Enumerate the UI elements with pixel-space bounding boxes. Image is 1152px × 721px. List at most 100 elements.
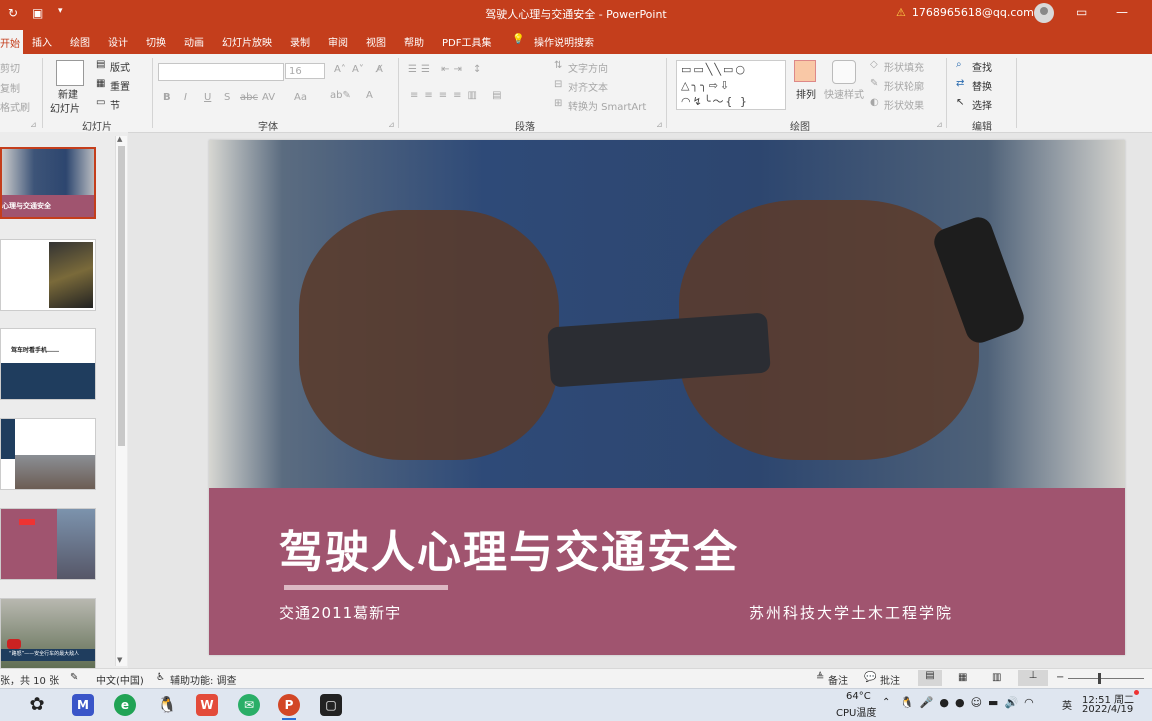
- tab-animations[interactable]: 动画: [184, 34, 204, 49]
- powerpoint-icon[interactable]: P: [278, 694, 300, 716]
- shapes-gallery[interactable]: ▭▭╲╲▭○ △╮╮⇨⇩ ◠↯╰〜{ }: [676, 60, 786, 110]
- shadow-button[interactable]: S: [224, 92, 230, 103]
- select-button[interactable]: 选择: [972, 97, 992, 112]
- tab-help[interactable]: 帮助: [404, 34, 424, 49]
- avatar[interactable]: [1034, 3, 1054, 23]
- underline-button[interactable]: U: [204, 92, 211, 103]
- wps-icon[interactable]: W: [196, 694, 218, 716]
- ime-indicator[interactable]: 英: [1062, 697, 1072, 712]
- shape-fill-button[interactable]: 形状填充: [884, 59, 924, 74]
- slide-thumbnail-1[interactable]: 心理与交通安全: [0, 147, 96, 219]
- spellcheck-icon[interactable]: ✎: [70, 672, 78, 683]
- text-direction-button[interactable]: 文字方向: [568, 60, 608, 75]
- reset-button[interactable]: 重置: [110, 78, 130, 93]
- comments-button[interactable]: 批注: [880, 672, 900, 687]
- replace-button[interactable]: 替换: [972, 78, 992, 93]
- slide-title[interactable]: 驾驶人心理与交通安全: [279, 516, 739, 580]
- clear-format-icon[interactable]: A̸: [376, 64, 383, 75]
- font-size-input[interactable]: 16: [285, 63, 325, 79]
- notes-button[interactable]: 备注: [828, 672, 848, 687]
- slide-sorter-icon[interactable]: ▦: [958, 672, 967, 683]
- slide-thumbnail-4[interactable]: [0, 418, 96, 490]
- minimize-icon[interactable]: —: [1116, 5, 1128, 19]
- ribbon: 剪切 复制 格式刷 ⊿ 新建 幻灯片 ▤ 版式 ▦ 重置 ▭ 节 幻灯片 16 …: [0, 54, 1152, 133]
- wechat-icon[interactable]: ✉: [238, 694, 260, 716]
- slide-photo-hands-phone[interactable]: [209, 140, 1125, 488]
- tab-slideshow[interactable]: 幻灯片放映: [222, 34, 272, 49]
- shape-outline-button[interactable]: 形状轮廓: [884, 78, 924, 93]
- smartart-button[interactable]: 转换为 SmartArt: [568, 98, 646, 113]
- font-color-button[interactable]: A: [366, 90, 373, 101]
- quick-styles-icon: [832, 60, 856, 84]
- tab-review[interactable]: 审阅: [328, 34, 348, 49]
- align-text-button[interactable]: 对齐文本: [568, 79, 608, 94]
- tab-insert[interactable]: 插入: [32, 34, 52, 49]
- accessibility-status[interactable]: 辅助功能: 调查: [170, 672, 237, 687]
- slide-thumbnail-6[interactable]: “路怒”——安全行车的最大敌人: [0, 598, 96, 670]
- new-slide-icon[interactable]: [56, 60, 84, 86]
- tab-draw[interactable]: 绘图: [70, 34, 90, 49]
- dialog-launcher-icon[interactable]: ⊿: [388, 120, 395, 129]
- thumbnail-scrollbar[interactable]: ▲ ▼: [115, 135, 127, 666]
- copy-button[interactable]: 复制: [0, 80, 20, 95]
- dialog-launcher-icon[interactable]: ⊿: [936, 120, 943, 129]
- bold-button[interactable]: B: [163, 92, 171, 103]
- language-status[interactable]: 中文(中国): [96, 672, 144, 687]
- restore-icon[interactable]: ▭: [1076, 5, 1087, 19]
- tab-design[interactable]: 设计: [108, 34, 128, 49]
- scroll-down-icon[interactable]: ▼: [117, 656, 122, 664]
- chevron-up-icon[interactable]: ⌃: [882, 697, 890, 708]
- zoom-out-icon[interactable]: −: [1056, 672, 1064, 683]
- app-icon-1[interactable]: ✿: [26, 694, 48, 716]
- find-button[interactable]: 查找: [972, 59, 992, 74]
- arrange-button[interactable]: 排列: [796, 86, 816, 101]
- new-slide-button[interactable]: 新建: [58, 86, 78, 101]
- clock-date[interactable]: 2022/4/19: [1082, 704, 1133, 715]
- scroll-up-icon[interactable]: ▲: [117, 135, 122, 143]
- quick-styles-button[interactable]: 快速样式: [824, 86, 864, 101]
- tab-home[interactable]: 开始: [0, 30, 23, 54]
- grow-font-icon[interactable]: A˄: [334, 64, 346, 75]
- dialog-launcher-icon[interactable]: ⊿: [30, 120, 37, 129]
- highlight-icon[interactable]: ab✎: [330, 90, 351, 101]
- zoom-slider[interactable]: [1068, 678, 1144, 679]
- slide-author[interactable]: 交通2011葛新宇: [279, 602, 401, 623]
- new-slide-label[interactable]: 幻灯片: [50, 100, 80, 115]
- app-icon-2[interactable]: M: [72, 694, 94, 716]
- tab-record[interactable]: 录制: [290, 34, 310, 49]
- layout-button[interactable]: 版式: [110, 59, 130, 74]
- bullets-icon[interactable]: ☰☰ ⇤⇥ ↕: [408, 64, 485, 75]
- normal-view-icon[interactable]: ▤: [918, 670, 942, 686]
- tab-tell-me[interactable]: 操作说明搜索: [534, 34, 594, 49]
- slide-thumbnail-3[interactable]: 驾车时看手机……: [0, 328, 96, 400]
- italic-button[interactable]: I: [184, 92, 187, 103]
- font-family-input[interactable]: [158, 63, 284, 81]
- slide-canvas[interactable]: 驾驶人心理与交通安全 交通2011葛新宇 苏州科技大学土木工程学院: [209, 140, 1125, 655]
- browser-icon[interactable]: e: [114, 694, 136, 716]
- section-button[interactable]: 节: [110, 97, 120, 112]
- tray-icons[interactable]: 🐧🎤●●☺▬🔊◠: [900, 696, 1040, 709]
- format-painter-button[interactable]: 格式刷: [0, 99, 30, 114]
- tab-view[interactable]: 视图: [366, 34, 386, 49]
- shape-effects-button[interactable]: 形状效果: [884, 97, 924, 112]
- align-icon[interactable]: ≡≡≡≡▥ ▤: [410, 90, 508, 101]
- reading-view-icon[interactable]: ▥: [992, 672, 1001, 683]
- dialog-launcher-icon[interactable]: ⊿: [656, 120, 663, 129]
- slide-thumbnail-5[interactable]: [0, 508, 96, 580]
- scrollbar-thumb[interactable]: [118, 146, 125, 446]
- app-icon-8[interactable]: ▢: [320, 694, 342, 716]
- change-case-button[interactable]: Aa: [294, 92, 307, 103]
- qq-icon[interactable]: 🐧: [156, 694, 178, 716]
- account[interactable]: ⚠ 1768965618@qq.com: [896, 6, 1034, 19]
- slide-school[interactable]: 苏州科技大学土木工程学院: [749, 602, 953, 623]
- slideshow-icon[interactable]: ⊥: [1018, 670, 1048, 686]
- slide-thumbnail-2[interactable]: [0, 239, 96, 311]
- accessibility-icon: ♿: [156, 672, 165, 683]
- cut-button[interactable]: 剪切: [0, 60, 20, 75]
- char-spacing-button[interactable]: AV: [262, 92, 275, 103]
- tab-pdf-tools[interactable]: PDF工具集: [442, 34, 491, 49]
- shrink-font-icon[interactable]: A˅: [352, 64, 364, 75]
- strikethrough-button[interactable]: abc: [240, 92, 258, 103]
- zoom-slider-handle[interactable]: [1098, 673, 1101, 684]
- tab-transitions[interactable]: 切换: [146, 34, 166, 49]
